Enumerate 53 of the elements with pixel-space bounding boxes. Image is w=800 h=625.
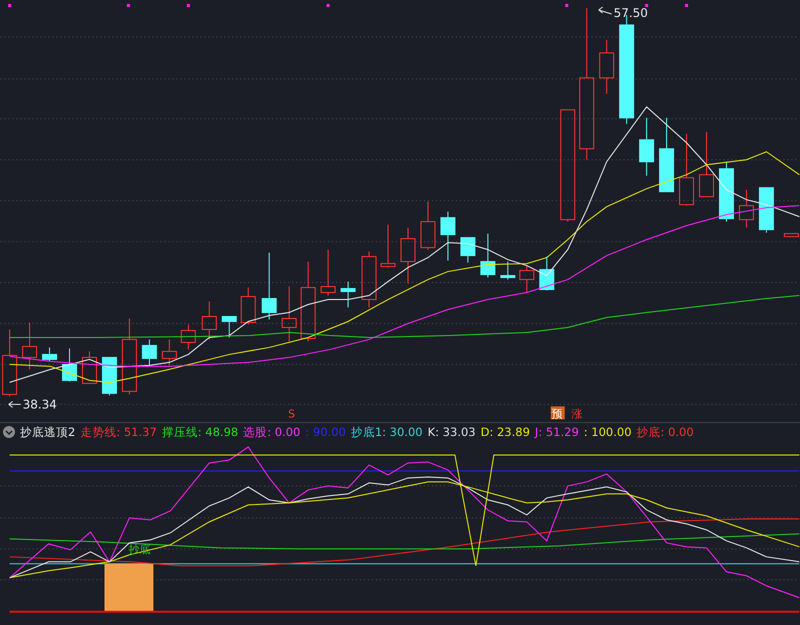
legend-item: 抄底1: 30.00 xyxy=(350,424,423,440)
indicator-name: 抄底逃顶2 xyxy=(20,424,76,440)
signal-bar xyxy=(104,564,154,612)
candlestick xyxy=(599,39,614,94)
candlestick xyxy=(262,252,277,320)
candlestick xyxy=(758,187,774,234)
legend-item: J: 51.29 xyxy=(534,425,579,440)
candlestick xyxy=(400,227,416,284)
signal-tag: 预 xyxy=(550,406,565,420)
candlestick xyxy=(440,211,456,262)
candlestick xyxy=(142,338,157,366)
candlestick xyxy=(738,189,754,228)
candlestick xyxy=(420,201,436,250)
legend-item: : 100.00 xyxy=(584,425,632,440)
candlestick xyxy=(180,324,196,350)
candlestick xyxy=(62,348,78,382)
candlestick xyxy=(42,346,58,362)
candlestick xyxy=(460,237,476,264)
candlestick xyxy=(320,249,336,296)
candlestick xyxy=(519,265,534,294)
candlestick xyxy=(222,316,237,338)
candlestick xyxy=(340,281,356,308)
candlestick xyxy=(362,251,377,308)
candlestick xyxy=(539,256,554,292)
candlestick xyxy=(240,287,256,325)
arrow-icon xyxy=(8,400,22,408)
candlestick xyxy=(82,350,97,384)
legend-item: K: 33.03 xyxy=(428,425,476,440)
candlestick xyxy=(480,233,496,278)
legend-item: 撑压线: 48.98 xyxy=(162,424,238,440)
candlestick xyxy=(282,286,297,342)
candlestick xyxy=(784,233,799,238)
candlestick xyxy=(202,301,217,340)
candlestick xyxy=(2,328,18,397)
signal-label: 涨 xyxy=(572,407,583,420)
price-label: 38.34 xyxy=(22,397,57,412)
legend-item: : 90.00 xyxy=(305,425,346,440)
candlestick xyxy=(102,356,117,396)
arrow-icon xyxy=(598,6,612,14)
candlestick xyxy=(719,161,734,222)
candlestick xyxy=(162,338,177,366)
candlestick xyxy=(699,131,714,198)
signal-marker: S xyxy=(288,407,296,420)
candlestick xyxy=(500,261,516,280)
legend-item: 走势线: 51.37 xyxy=(80,424,157,440)
legend-item: 抄底: 0.00 xyxy=(636,424,694,440)
candlestick xyxy=(380,224,396,268)
price-label: 57.50 xyxy=(614,6,648,20)
legend-item: D: 23.89 xyxy=(480,425,530,440)
candlestick xyxy=(639,117,654,176)
collapse-icon[interactable] xyxy=(3,426,15,438)
legend-item: 选股: 0.00 xyxy=(243,424,300,440)
candlestick xyxy=(22,322,38,370)
